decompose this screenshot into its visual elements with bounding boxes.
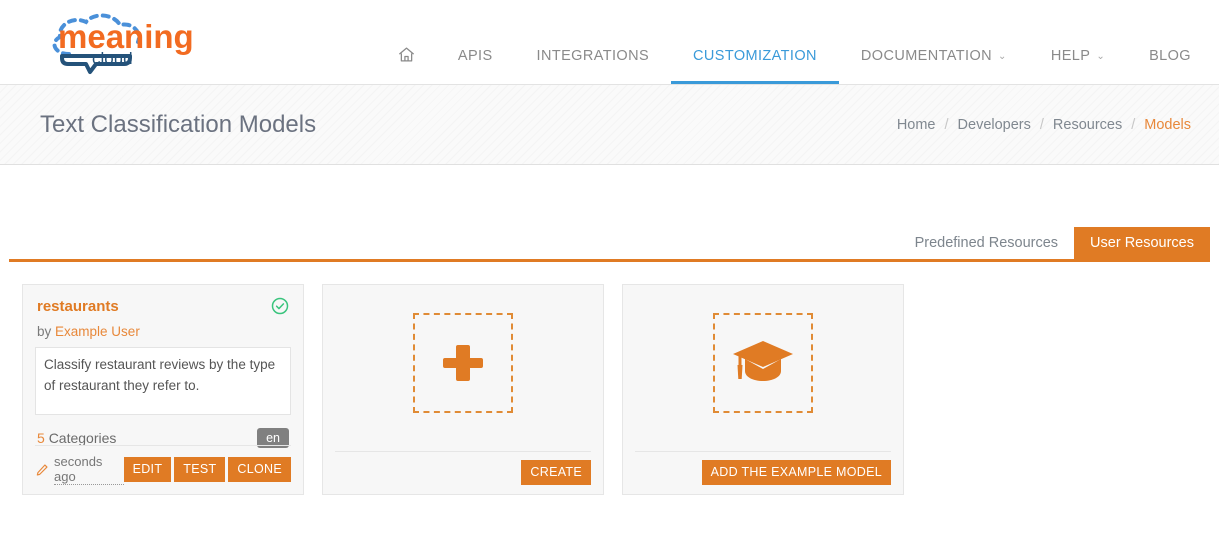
resource-tabs: Predefined Resources User Resources xyxy=(0,227,1219,259)
last-modified: seconds ago xyxy=(35,454,124,485)
nav-label: CUSTOMIZATION xyxy=(693,48,817,64)
breadcrumb-item-resources[interactable]: Resources xyxy=(1053,117,1122,133)
pencil-icon xyxy=(35,463,49,477)
breadcrumb-item-developers[interactable]: Developers xyxy=(958,117,1031,133)
example-card-footer: ADD THE EXAMPLE MODEL xyxy=(635,451,891,485)
timestamp-text: seconds ago xyxy=(54,454,124,485)
page-title: Text Classification Models xyxy=(40,110,317,138)
nav-item-documentation[interactable]: DOCUMENTATION ⌄ xyxy=(839,28,1029,84)
clone-button[interactable]: CLONE xyxy=(228,457,291,482)
breadcrumb-separator: / xyxy=(944,116,949,133)
chevron-down-icon: ⌄ xyxy=(1096,51,1106,62)
main-navigation: APIS INTEGRATIONS CUSTOMIZATION DOCUMENT… xyxy=(377,28,1213,84)
categories-count-label: 5 Categories xyxy=(37,430,116,446)
nav-item-blog[interactable]: BLOG xyxy=(1127,28,1213,84)
breadcrumb-item-models: Models xyxy=(1144,116,1191,133)
nav-label: INTEGRATIONS xyxy=(536,48,650,64)
by-prefix: by xyxy=(37,324,52,339)
model-description: Classify restaurant reviews by the type … xyxy=(35,347,291,415)
nav-home[interactable] xyxy=(377,28,436,84)
nav-label: BLOG xyxy=(1149,48,1191,64)
test-button[interactable]: TEST xyxy=(174,457,226,482)
model-author-link[interactable]: Example User xyxy=(55,324,140,339)
nav-label: APIS xyxy=(457,48,493,64)
plus-icon xyxy=(439,339,487,387)
create-dropzone[interactable] xyxy=(413,313,513,413)
nav-item-apis[interactable]: APIS xyxy=(436,28,515,84)
create-card-footer: CREATE xyxy=(335,451,591,485)
page-header-band: Text Classification Models Home / Develo… xyxy=(0,85,1219,165)
add-example-model-button[interactable]: ADD THE EXAMPLE MODEL xyxy=(701,460,891,485)
model-author-line: by Example User xyxy=(37,324,289,339)
check-circle-icon xyxy=(271,297,289,315)
breadcrumb-separator: / xyxy=(1131,116,1136,133)
tab-predefined-resources[interactable]: Predefined Resources xyxy=(899,227,1074,259)
create-button[interactable]: CREATE xyxy=(521,460,591,485)
nav-label: DOCUMENTATION xyxy=(860,48,993,64)
svg-text:cloud: cloud xyxy=(92,49,133,68)
breadcrumb-separator: / xyxy=(1039,116,1044,133)
top-bar: meaning cloud APIS INTEGRATIONS CUSTOMIZ… xyxy=(0,0,1219,85)
model-card-header: restaurants xyxy=(35,297,291,315)
home-icon xyxy=(397,45,416,68)
tabs-underline-rule xyxy=(9,259,1210,262)
example-dropzone[interactable] xyxy=(713,313,813,413)
breadcrumb-item-home[interactable]: Home xyxy=(897,117,936,133)
nav-item-integrations[interactable]: INTEGRATIONS xyxy=(515,28,671,84)
graduation-cap-icon xyxy=(731,337,795,389)
models-grid: restaurants by Example User Classify res… xyxy=(22,284,1219,495)
breadcrumb: Home / Developers / Resources / Models xyxy=(897,117,1191,133)
edit-button[interactable]: EDIT xyxy=(123,457,172,482)
meaningcloud-logo[interactable]: meaning cloud xyxy=(34,6,224,76)
model-card-restaurants[interactable]: restaurants by Example User Classify res… xyxy=(22,284,304,495)
nav-label: HELP xyxy=(1050,48,1091,64)
chevron-down-icon: ⌄ xyxy=(998,51,1007,62)
categories-word: Categories xyxy=(48,430,117,446)
nav-item-help[interactable]: HELP ⌄ xyxy=(1029,28,1127,84)
example-model-card[interactable]: ADD THE EXAMPLE MODEL xyxy=(622,284,904,495)
nav-item-customization[interactable]: CUSTOMIZATION xyxy=(671,28,839,84)
model-name-link[interactable]: restaurants xyxy=(37,298,119,315)
create-model-card[interactable]: CREATE xyxy=(322,284,604,495)
model-actions: EDIT TEST CLONE xyxy=(123,457,291,482)
model-card-footer: seconds ago EDIT TEST CLONE xyxy=(35,445,291,485)
tab-user-resources[interactable]: User Resources xyxy=(1074,227,1210,259)
categories-count: 5 xyxy=(37,430,45,446)
